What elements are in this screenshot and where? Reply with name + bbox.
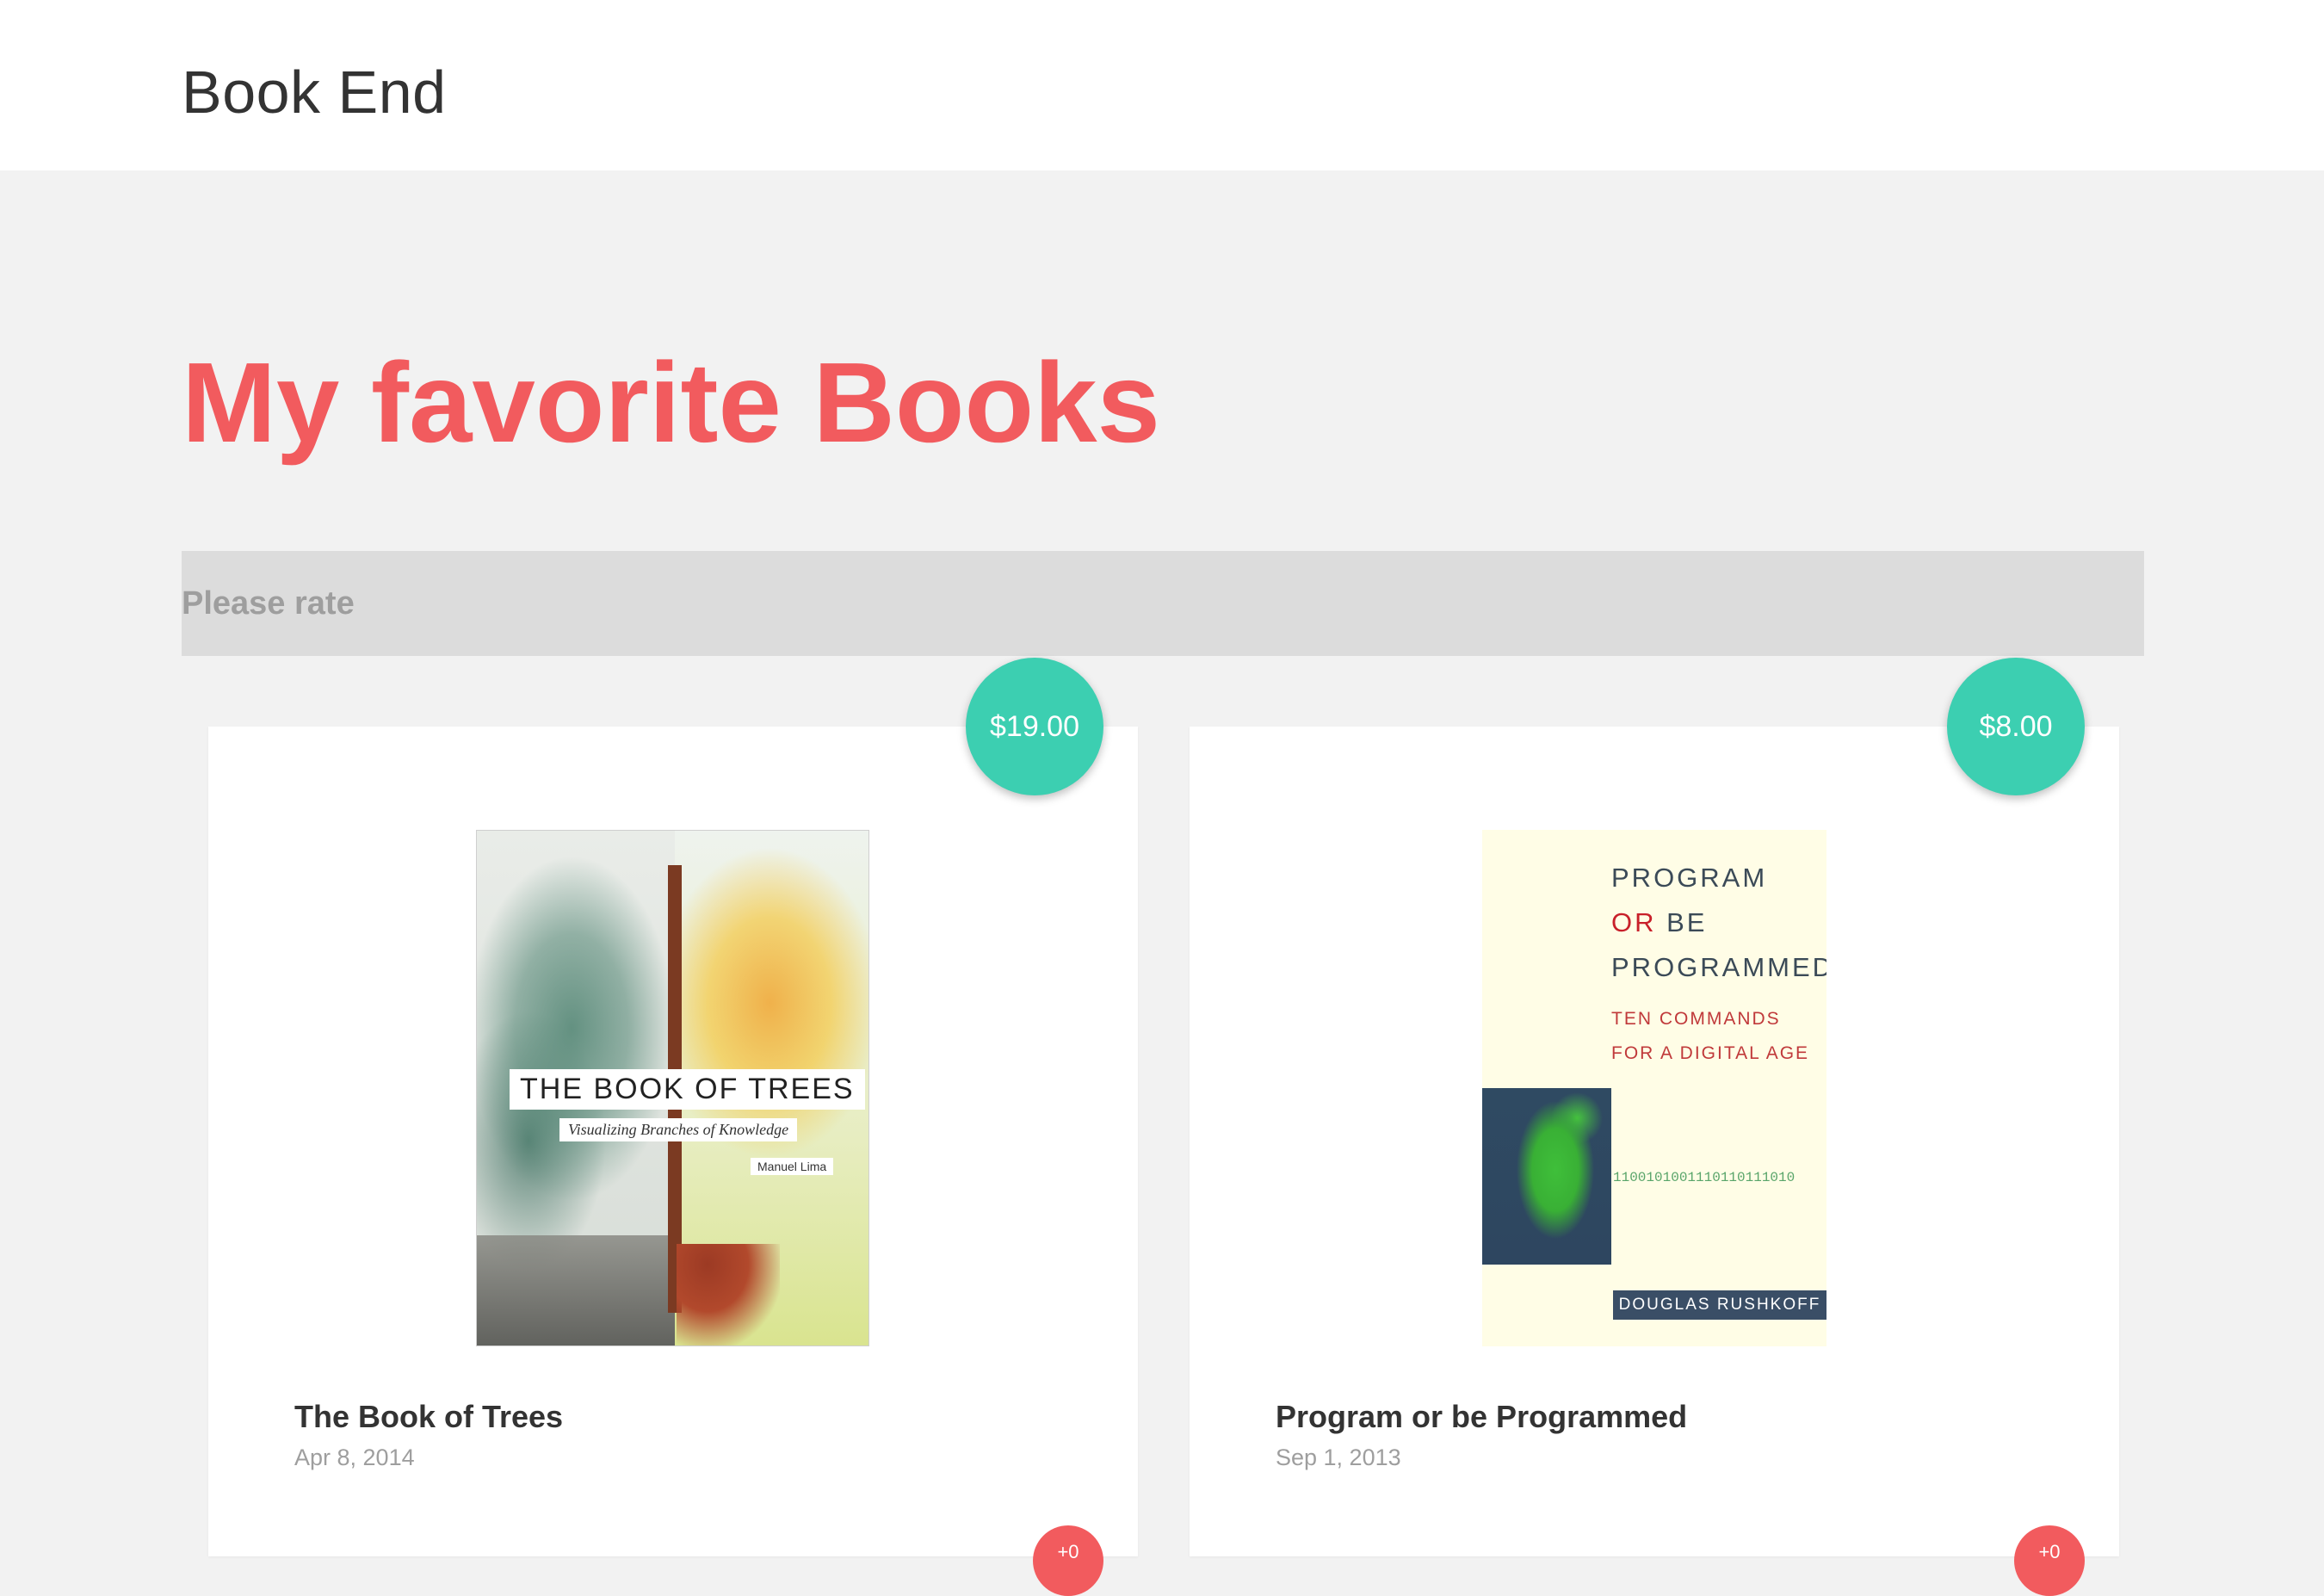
rating-prompt-label: Please rate: [182, 585, 355, 622]
book-title[interactable]: Program or be Programmed: [1276, 1398, 1687, 1436]
price-badge: $8.00: [1947, 658, 2085, 795]
cover-title-line-1: PROGRAM: [1611, 863, 1768, 893]
cover-subtitle-line-1: TEN COMMANDS: [1611, 1009, 1781, 1029]
book-title[interactable]: The Book of Trees: [294, 1398, 563, 1436]
top-navigation-bar: Book End: [0, 0, 2324, 170]
page-title: My favorite Books: [182, 339, 1160, 467]
rating-prompt-bar: Please rate: [182, 551, 2144, 656]
cover-art-roots: [677, 1244, 780, 1345]
cover-title-line-3: PROGRAMMED: [1611, 952, 1826, 982]
rating-badge[interactable]: +0: [2014, 1525, 2085, 1596]
cover-art-figure: [1482, 1088, 1611, 1265]
cover-title-be: BE: [1666, 907, 1708, 937]
cover-art-ground: [477, 1235, 675, 1345]
book-card[interactable]: $8.00 PROGRAM OR BE PROGRAMMED TEN COMMA…: [1190, 658, 2119, 1596]
book-date: Apr 8, 2014: [294, 1444, 415, 1470]
cover-subtitle-text: Visualizing Branches of Knowledge: [559, 1118, 798, 1141]
cover-title-or: OR: [1611, 907, 1657, 937]
price-badge: $19.00: [966, 658, 1103, 795]
book-card[interactable]: $19.00 THE BOOK OF TREES Visualizing Bra…: [208, 658, 1138, 1596]
app-brand-title[interactable]: Book End: [182, 53, 447, 131]
cover-author-text: Manuel Lima: [751, 1158, 834, 1175]
rating-badge[interactable]: +0: [1033, 1525, 1103, 1596]
cover-binary-text: 1100101001110110111010: [1613, 1170, 1796, 1185]
book-date: Sep 1, 2013: [1276, 1444, 1401, 1470]
cover-subtitle-line-2: FOR A DIGITAL AGE: [1611, 1043, 1810, 1063]
book-cover-image[interactable]: THE BOOK OF TREES Visualizing Branches o…: [476, 830, 869, 1346]
book-cover-image[interactable]: PROGRAM OR BE PROGRAMMED TEN COMMANDS FO…: [1482, 830, 1826, 1346]
cover-author-text: DOUGLAS RUSHKOFF: [1613, 1290, 1826, 1320]
cover-title-text: THE BOOK OF TREES: [510, 1069, 865, 1110]
cover-title-line-2: OR BE: [1611, 907, 1707, 938]
